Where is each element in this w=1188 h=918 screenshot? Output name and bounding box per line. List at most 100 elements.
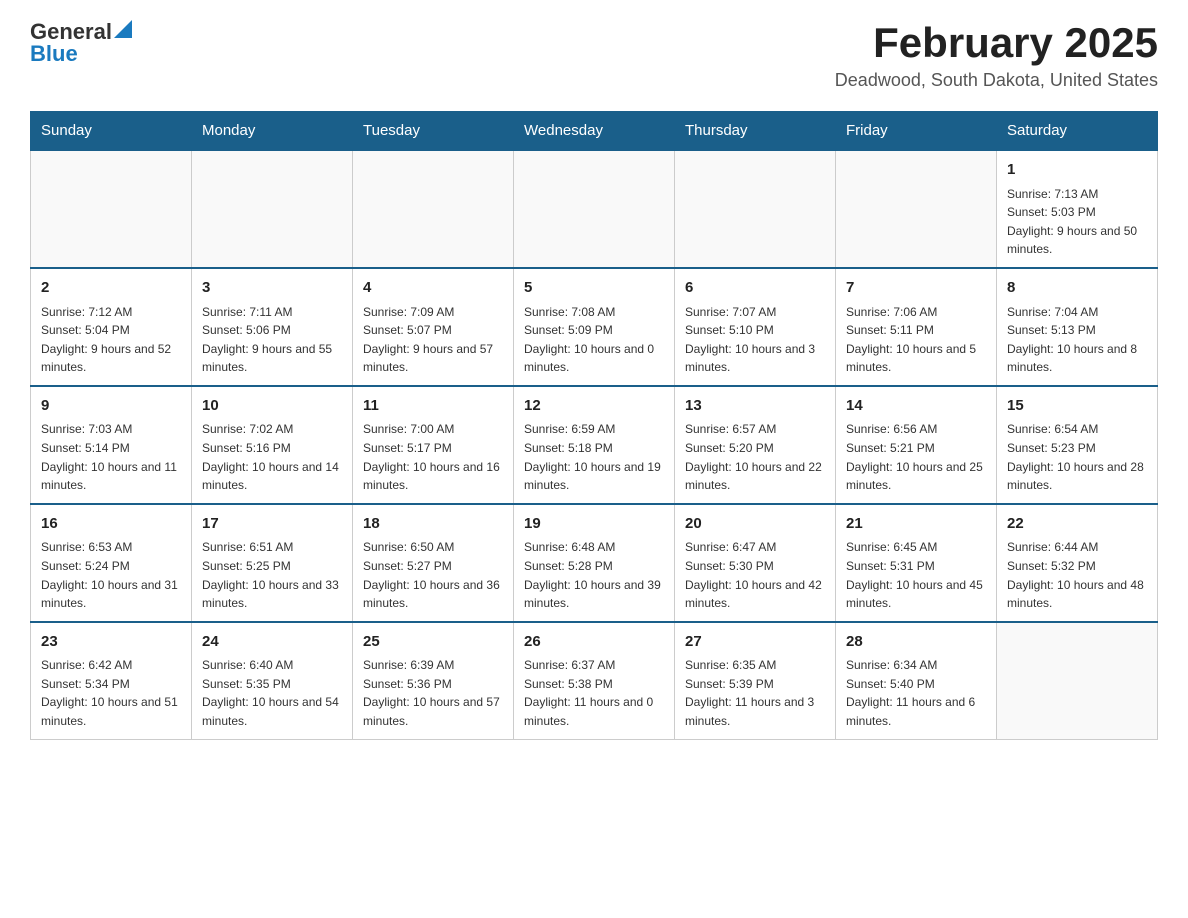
calendar-day-cell: 1 Sunrise: 7:13 AM Sunset: 5:03 PM Daylig… bbox=[997, 150, 1158, 268]
calendar-day-cell: 6 Sunrise: 7:07 AM Sunset: 5:10 PM Daylig… bbox=[675, 268, 836, 386]
calendar-day-cell bbox=[514, 150, 675, 268]
calendar-day-cell: 19Sunrise: 6:48 AM Sunset: 5:28 PM Dayli… bbox=[514, 504, 675, 622]
calendar-day-cell bbox=[353, 150, 514, 268]
day-sun-info: Sunrise: 6:40 AM Sunset: 5:35 PM Dayligh… bbox=[202, 656, 342, 730]
calendar-day-cell: 5 Sunrise: 7:08 AM Sunset: 5:09 PM Daylig… bbox=[514, 268, 675, 386]
day-number: 15 bbox=[1007, 395, 1147, 418]
day-sun-info: Sunrise: 6:45 AM Sunset: 5:31 PM Dayligh… bbox=[846, 538, 986, 612]
title-block: February 2025 Deadwood, South Dakota, Un… bbox=[835, 20, 1158, 91]
page-title: February 2025 bbox=[835, 20, 1158, 66]
day-of-week-header: Wednesday bbox=[514, 112, 675, 151]
calendar-day-cell bbox=[192, 150, 353, 268]
calendar-day-cell: 2 Sunrise: 7:12 AM Sunset: 5:04 PM Daylig… bbox=[31, 268, 192, 386]
day-number: 14 bbox=[846, 395, 986, 418]
day-sun-info: Sunrise: 6:51 AM Sunset: 5:25 PM Dayligh… bbox=[202, 538, 342, 612]
day-number: 1 bbox=[1007, 159, 1147, 182]
day-sun-info: Sunrise: 7:03 AM Sunset: 5:14 PM Dayligh… bbox=[41, 420, 181, 494]
day-sun-info: Sunrise: 6:35 AM Sunset: 5:39 PM Dayligh… bbox=[685, 656, 825, 730]
calendar-day-cell: 24Sunrise: 6:40 AM Sunset: 5:35 PM Dayli… bbox=[192, 622, 353, 739]
day-of-week-header: Sunday bbox=[31, 112, 192, 151]
day-sun-info: Sunrise: 7:13 AM Sunset: 5:03 PM Dayligh… bbox=[1007, 185, 1147, 259]
day-number: 16 bbox=[41, 513, 181, 536]
day-sun-info: Sunrise: 7:04 AM Sunset: 5:13 PM Dayligh… bbox=[1007, 303, 1147, 377]
day-number: 17 bbox=[202, 513, 342, 536]
day-sun-info: Sunrise: 6:37 AM Sunset: 5:38 PM Dayligh… bbox=[524, 656, 664, 730]
calendar-week-row: 2 Sunrise: 7:12 AM Sunset: 5:04 PM Daylig… bbox=[31, 268, 1158, 386]
day-number: 4 bbox=[363, 277, 503, 300]
day-number: 3 bbox=[202, 277, 342, 300]
calendar-week-row: 16Sunrise: 6:53 AM Sunset: 5:24 PM Dayli… bbox=[31, 504, 1158, 622]
day-number: 6 bbox=[685, 277, 825, 300]
day-sun-info: Sunrise: 6:56 AM Sunset: 5:21 PM Dayligh… bbox=[846, 420, 986, 494]
day-of-week-header: Monday bbox=[192, 112, 353, 151]
day-number: 10 bbox=[202, 395, 342, 418]
calendar-day-cell: 4Sunrise: 7:09 AM Sunset: 5:07 PM Daylig… bbox=[353, 268, 514, 386]
day-sun-info: Sunrise: 6:42 AM Sunset: 5:34 PM Dayligh… bbox=[41, 656, 181, 730]
day-number: 7 bbox=[846, 277, 986, 300]
calendar-day-cell: 14Sunrise: 6:56 AM Sunset: 5:21 PM Dayli… bbox=[836, 386, 997, 504]
calendar-day-cell bbox=[675, 150, 836, 268]
day-sun-info: Sunrise: 6:54 AM Sunset: 5:23 PM Dayligh… bbox=[1007, 420, 1147, 494]
calendar-day-cell: 16Sunrise: 6:53 AM Sunset: 5:24 PM Dayli… bbox=[31, 504, 192, 622]
day-number: 24 bbox=[202, 631, 342, 654]
calendar-day-cell: 17Sunrise: 6:51 AM Sunset: 5:25 PM Dayli… bbox=[192, 504, 353, 622]
calendar-day-cell bbox=[997, 622, 1158, 739]
calendar-day-cell: 21Sunrise: 6:45 AM Sunset: 5:31 PM Dayli… bbox=[836, 504, 997, 622]
calendar-week-row: 1 Sunrise: 7:13 AM Sunset: 5:03 PM Daylig… bbox=[31, 150, 1158, 268]
day-number: 23 bbox=[41, 631, 181, 654]
calendar-day-cell: 18Sunrise: 6:50 AM Sunset: 5:27 PM Dayli… bbox=[353, 504, 514, 622]
day-sun-info: Sunrise: 6:53 AM Sunset: 5:24 PM Dayligh… bbox=[41, 538, 181, 612]
day-of-week-header: Thursday bbox=[675, 112, 836, 151]
page-header: General Blue February 2025 Deadwood, Sou… bbox=[30, 20, 1158, 91]
logo: General Blue bbox=[30, 20, 132, 65]
calendar-day-cell: 9Sunrise: 7:03 AM Sunset: 5:14 PM Daylig… bbox=[31, 386, 192, 504]
day-sun-info: Sunrise: 7:07 AM Sunset: 5:10 PM Dayligh… bbox=[685, 303, 825, 377]
day-number: 20 bbox=[685, 513, 825, 536]
day-sun-info: Sunrise: 6:50 AM Sunset: 5:27 PM Dayligh… bbox=[363, 538, 503, 612]
calendar-day-cell: 23Sunrise: 6:42 AM Sunset: 5:34 PM Dayli… bbox=[31, 622, 192, 739]
calendar-header-row: SundayMondayTuesdayWednesdayThursdayFrid… bbox=[31, 112, 1158, 151]
day-number: 8 bbox=[1007, 277, 1147, 300]
calendar-day-cell: 12Sunrise: 6:59 AM Sunset: 5:18 PM Dayli… bbox=[514, 386, 675, 504]
day-of-week-header: Saturday bbox=[997, 112, 1158, 151]
day-number: 12 bbox=[524, 395, 664, 418]
day-sun-info: Sunrise: 7:06 AM Sunset: 5:11 PM Dayligh… bbox=[846, 303, 986, 377]
calendar-day-cell bbox=[836, 150, 997, 268]
calendar-day-cell: 27Sunrise: 6:35 AM Sunset: 5:39 PM Dayli… bbox=[675, 622, 836, 739]
day-number: 5 bbox=[524, 277, 664, 300]
day-number: 18 bbox=[363, 513, 503, 536]
day-number: 25 bbox=[363, 631, 503, 654]
day-number: 26 bbox=[524, 631, 664, 654]
day-sun-info: Sunrise: 6:39 AM Sunset: 5:36 PM Dayligh… bbox=[363, 656, 503, 730]
logo-triangle-icon bbox=[114, 20, 132, 38]
calendar-day-cell: 8 Sunrise: 7:04 AM Sunset: 5:13 PM Daylig… bbox=[997, 268, 1158, 386]
day-number: 9 bbox=[41, 395, 181, 418]
logo-blue-text: Blue bbox=[30, 43, 78, 65]
calendar-week-row: 23Sunrise: 6:42 AM Sunset: 5:34 PM Dayli… bbox=[31, 622, 1158, 739]
calendar-table: SundayMondayTuesdayWednesdayThursdayFrid… bbox=[30, 111, 1158, 739]
calendar-day-cell: 13Sunrise: 6:57 AM Sunset: 5:20 PM Dayli… bbox=[675, 386, 836, 504]
day-sun-info: Sunrise: 6:44 AM Sunset: 5:32 PM Dayligh… bbox=[1007, 538, 1147, 612]
calendar-day-cell: 11Sunrise: 7:00 AM Sunset: 5:17 PM Dayli… bbox=[353, 386, 514, 504]
day-number: 21 bbox=[846, 513, 986, 536]
day-sun-info: Sunrise: 6:59 AM Sunset: 5:18 PM Dayligh… bbox=[524, 420, 664, 494]
day-sun-info: Sunrise: 7:11 AM Sunset: 5:06 PM Dayligh… bbox=[202, 303, 342, 377]
calendar-day-cell: 7 Sunrise: 7:06 AM Sunset: 5:11 PM Daylig… bbox=[836, 268, 997, 386]
day-of-week-header: Friday bbox=[836, 112, 997, 151]
day-number: 2 bbox=[41, 277, 181, 300]
day-sun-info: Sunrise: 7:12 AM Sunset: 5:04 PM Dayligh… bbox=[41, 303, 181, 377]
day-sun-info: Sunrise: 7:02 AM Sunset: 5:16 PM Dayligh… bbox=[202, 420, 342, 494]
calendar-day-cell: 26Sunrise: 6:37 AM Sunset: 5:38 PM Dayli… bbox=[514, 622, 675, 739]
calendar-day-cell: 20Sunrise: 6:47 AM Sunset: 5:30 PM Dayli… bbox=[675, 504, 836, 622]
page-subtitle: Deadwood, South Dakota, United States bbox=[835, 70, 1158, 91]
day-sun-info: Sunrise: 6:34 AM Sunset: 5:40 PM Dayligh… bbox=[846, 656, 986, 730]
calendar-day-cell: 22Sunrise: 6:44 AM Sunset: 5:32 PM Dayli… bbox=[997, 504, 1158, 622]
logo-general-text: General bbox=[30, 21, 112, 43]
day-sun-info: Sunrise: 7:08 AM Sunset: 5:09 PM Dayligh… bbox=[524, 303, 664, 377]
day-number: 13 bbox=[685, 395, 825, 418]
day-sun-info: Sunrise: 6:47 AM Sunset: 5:30 PM Dayligh… bbox=[685, 538, 825, 612]
calendar-day-cell: 25Sunrise: 6:39 AM Sunset: 5:36 PM Dayli… bbox=[353, 622, 514, 739]
calendar-day-cell bbox=[31, 150, 192, 268]
day-number: 11 bbox=[363, 395, 503, 418]
day-number: 28 bbox=[846, 631, 986, 654]
